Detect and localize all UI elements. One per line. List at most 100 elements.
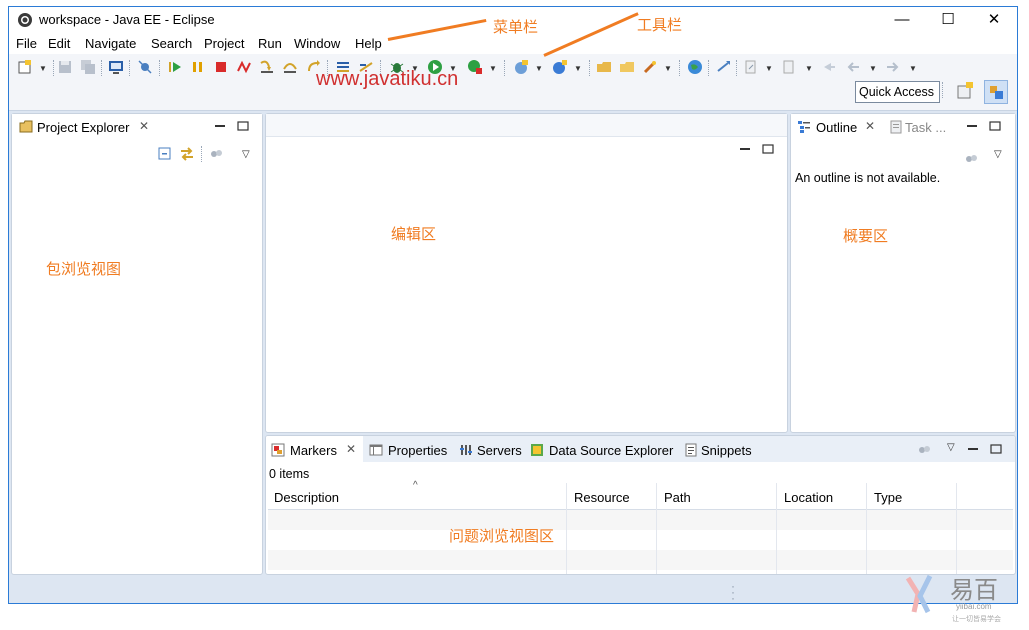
logo-tagline: 让一切皆易学会 <box>952 615 1001 623</box>
project-explorer-close-icon[interactable]: ✕ <box>139 119 149 133</box>
snippets-tab[interactable]: Snippets <box>701 443 752 458</box>
step-into-icon[interactable] <box>259 59 275 75</box>
view-menu-icon[interactable]: ▽ <box>242 149 250 160</box>
markers-tab[interactable]: Markers <box>290 443 337 458</box>
markers-maximize-icon[interactable] <box>990 444 1002 454</box>
servers-tab[interactable]: Servers <box>477 443 522 458</box>
collapse-all-icon[interactable] <box>157 146 173 162</box>
logo-domain: yiibai.com <box>956 602 992 611</box>
menu-search[interactable]: Search <box>151 36 192 51</box>
markers-minimize-icon[interactable] <box>967 444 979 454</box>
new-server-icon[interactable] <box>513 59 529 75</box>
col-path[interactable]: Path <box>664 490 691 505</box>
markers-focus-icon[interactable] <box>916 442 932 458</box>
project-explorer-header: Project Explorer ✕ <box>12 114 262 138</box>
quick-access-input[interactable]: Quick Access <box>855 81 940 103</box>
save-icon[interactable] <box>57 59 73 75</box>
outline-view-menu-icon[interactable]: ▽ <box>994 149 1002 160</box>
prev-annotation-icon[interactable] <box>715 59 731 75</box>
open-type-icon[interactable] <box>596 59 612 75</box>
col-resource[interactable]: Resource <box>574 490 630 505</box>
col-description[interactable]: Description <box>274 490 339 505</box>
minimize-view-icon[interactable] <box>214 121 226 131</box>
open-perspective-icon[interactable] <box>954 80 976 102</box>
step-over-icon[interactable] <box>282 59 298 75</box>
eclipse-window: workspace - Java EE - Eclipse — ☐ ✕ File… <box>8 6 1018 604</box>
task-list-tab[interactable]: Task ... <box>905 120 946 135</box>
forward-dropdown-icon[interactable]: ▼ <box>909 64 917 73</box>
editor-tab-strip <box>266 114 787 137</box>
properties-tab[interactable]: Properties <box>388 443 447 458</box>
run-external-dropdown-icon[interactable]: ▼ <box>489 64 497 73</box>
outline-header: Outline ✕ Task ... <box>791 114 1015 138</box>
prev-edit-icon[interactable] <box>781 59 797 75</box>
bottom-tab-strip: Markers ✕ Properties Servers Data Source… <box>266 436 1015 462</box>
table-row <box>268 510 1013 530</box>
menu-help[interactable]: Help <box>355 36 382 51</box>
resume-icon[interactable] <box>167 59 183 75</box>
table-header: Description ^ Resource Path Location Typ… <box>268 480 1013 510</box>
table-row <box>268 550 1013 570</box>
menu-run[interactable]: Run <box>258 36 282 51</box>
col-type[interactable]: Type <box>874 490 902 505</box>
new-class-dropdown-icon[interactable]: ▼ <box>574 64 582 73</box>
window-title: workspace - Java EE - Eclipse <box>39 12 215 27</box>
outline-focus-icon[interactable] <box>963 151 979 167</box>
minimize-button[interactable]: — <box>879 7 925 34</box>
new-icon[interactable] <box>17 59 33 75</box>
java-ee-perspective-icon[interactable] <box>984 80 1008 104</box>
editor-minimize-icon[interactable] <box>739 144 751 154</box>
markers-close-icon[interactable]: ✕ <box>346 442 356 456</box>
new-dropdown-icon[interactable]: ▼ <box>39 64 47 73</box>
open-task-icon[interactable] <box>619 59 635 75</box>
editor-maximize-icon[interactable] <box>762 144 774 154</box>
markers-table: Description ^ Resource Path Location Typ… <box>268 480 1013 574</box>
outline-close-icon[interactable]: ✕ <box>865 119 875 133</box>
menu-window[interactable]: Window <box>294 36 340 51</box>
new-server-dropdown-icon[interactable]: ▼ <box>535 64 543 73</box>
terminal-icon[interactable] <box>108 59 124 75</box>
focus-tasks-icon[interactable] <box>208 146 224 162</box>
project-explorer-tab[interactable]: Project Explorer <box>37 120 129 135</box>
task-list-icon <box>890 120 902 134</box>
prev-edit-dropdown-icon[interactable]: ▼ <box>805 64 813 73</box>
terminate-icon[interactable] <box>213 59 229 75</box>
data-source-explorer-tab[interactable]: Data Source Explorer <box>549 443 673 458</box>
menu-file[interactable]: File <box>16 36 37 51</box>
last-edit-icon[interactable] <box>821 59 837 75</box>
disconnect-icon[interactable] <box>236 59 252 75</box>
back-icon[interactable] <box>845 59 861 75</box>
next-edit-dropdown-icon[interactable]: ▼ <box>765 64 773 73</box>
servers-icon <box>460 445 472 455</box>
next-edit-icon[interactable] <box>743 59 759 75</box>
data-source-explorer-icon <box>531 444 543 456</box>
save-all-icon[interactable] <box>80 59 96 75</box>
search-tool-dropdown-icon[interactable]: ▼ <box>664 64 672 73</box>
items-count: 0 items <box>269 467 310 481</box>
menu-navigate[interactable]: Navigate <box>85 36 136 51</box>
project-explorer-icon <box>19 120 33 133</box>
markers-panel: Markers ✕ Properties Servers Data Source… <box>265 435 1016 575</box>
close-button[interactable]: ✕ <box>971 7 1017 34</box>
link-with-editor-icon[interactable] <box>179 146 195 162</box>
suspend-icon[interactable] <box>190 59 206 75</box>
yiibai-logo-mark <box>905 574 933 614</box>
col-location[interactable]: Location <box>784 490 833 505</box>
outline-minimize-icon[interactable] <box>966 121 978 131</box>
annotation-package-view: 包浏览视图 <box>46 260 122 278</box>
outline-tab[interactable]: Outline <box>816 120 857 135</box>
search-tool-icon[interactable] <box>642 59 658 75</box>
maximize-view-icon[interactable] <box>237 121 249 131</box>
web-browser-icon[interactable] <box>687 59 703 75</box>
back-dropdown-icon[interactable]: ▼ <box>869 64 877 73</box>
markers-view-menu-icon[interactable]: ▽ <box>947 442 955 453</box>
menu-edit[interactable]: Edit <box>48 36 70 51</box>
skip-breakpoints-icon[interactable] <box>137 59 153 75</box>
menu-project[interactable]: Project <box>204 36 244 51</box>
outline-maximize-icon[interactable] <box>989 121 1001 131</box>
toolbar: ▼ ▼ ▼ ▼ ▼ ▼ ▼ ▼ ▼ ▼ ▼ Quick Access <box>9 54 1017 111</box>
new-class-icon[interactable] <box>552 59 568 75</box>
maximize-button[interactable]: ☐ <box>925 7 971 34</box>
forward-icon[interactable] <box>885 59 901 75</box>
run-external-icon[interactable] <box>467 59 483 75</box>
